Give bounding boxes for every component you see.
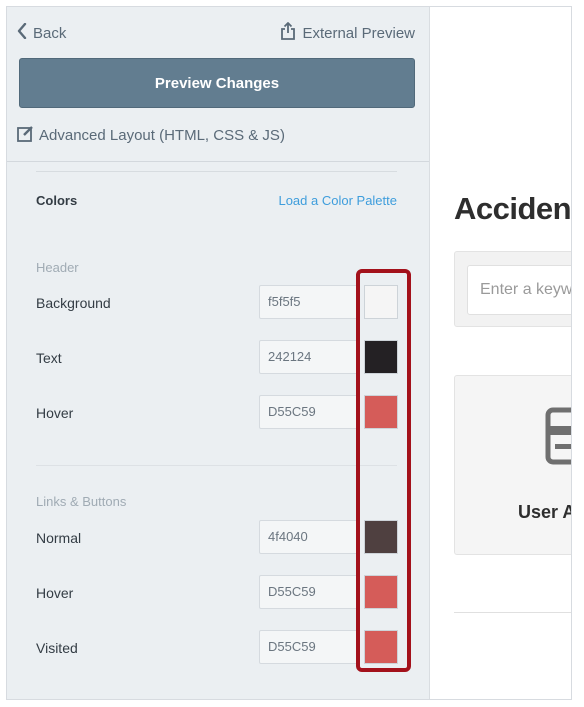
colors-panel: Colors Load a Color Palette Header Backg… (7, 163, 429, 699)
header-text-swatch[interactable] (364, 340, 398, 374)
links-normal-label: Normal (36, 530, 82, 546)
sidebar-topbar: Back External Preview Preview Changes Ad… (7, 7, 429, 162)
preview-changes-button[interactable]: Preview Changes (19, 58, 415, 108)
links-normal-swatch[interactable] (364, 520, 398, 554)
divider (36, 465, 397, 466)
colors-heading: Colors (36, 193, 78, 208)
external-preview-link[interactable]: External Preview (280, 21, 415, 45)
preview-card-label: User A (518, 502, 572, 522)
app-window: Back External Preview Preview Changes Ad… (6, 6, 572, 700)
preview-search-input[interactable]: Enter a keyw (467, 265, 571, 315)
links-visited-label: Visited (36, 640, 78, 656)
links-buttons-section-label: Links & Buttons (36, 494, 127, 509)
advanced-layout-link[interactable]: Advanced Layout (HTML, CSS & JS) (17, 123, 285, 147)
preview-header-band (430, 7, 571, 157)
advanced-layout-label: Advanced Layout (HTML, CSS & JS) (39, 126, 285, 144)
header-background-hex-input[interactable]: f5f5f5 (259, 285, 359, 319)
back-link[interactable]: Back (17, 21, 66, 45)
site-preview: Acciden Enter a keyw User A (430, 7, 572, 699)
divider (36, 171, 397, 172)
links-hover-hex-input[interactable]: D55C59 (259, 575, 359, 609)
links-hover-label: Hover (36, 585, 74, 601)
links-normal-hex-input[interactable]: 4f4040 (259, 520, 359, 554)
preview-category-card[interactable]: User A (454, 375, 572, 555)
id-card-icon (545, 406, 571, 471)
divider (454, 612, 571, 613)
swatch-highlight-annotation (356, 269, 411, 672)
preview-page-title: Acciden (454, 191, 572, 226)
header-hover-label: Hover (36, 405, 74, 421)
preview-search-container: Enter a keyw (454, 251, 571, 327)
links-hover-swatch[interactable] (364, 575, 398, 609)
edit-icon (17, 125, 34, 146)
chevron-left-icon (17, 22, 27, 43)
header-text-label: Text (36, 350, 62, 366)
theme-editor-sidebar: Back External Preview Preview Changes Ad… (7, 7, 430, 699)
links-visited-swatch[interactable] (364, 630, 398, 664)
back-label: Back (33, 24, 67, 42)
share-icon (280, 22, 296, 44)
header-hover-hex-input[interactable]: D55C59 (259, 395, 359, 429)
header-background-label: Background (36, 295, 111, 311)
header-section-label: Header (36, 260, 79, 275)
header-background-swatch[interactable] (364, 285, 398, 319)
header-text-hex-input[interactable]: 242124 (259, 340, 359, 374)
load-color-palette-link[interactable]: Load a Color Palette (278, 193, 397, 208)
header-hover-swatch[interactable] (364, 395, 398, 429)
external-preview-label: External Preview (302, 24, 415, 42)
links-visited-hex-input[interactable]: D55C59 (259, 630, 359, 664)
